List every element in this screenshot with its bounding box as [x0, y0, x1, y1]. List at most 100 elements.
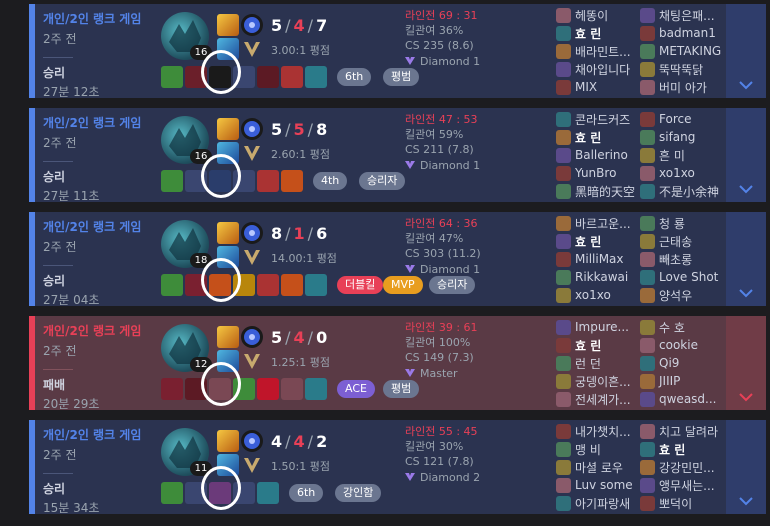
- item-slot[interactable]: [257, 482, 279, 504]
- item-slot[interactable]: [161, 378, 183, 400]
- player-entry[interactable]: 앵무새는...: [640, 476, 724, 494]
- player-entry[interactable]: sifang: [640, 128, 724, 146]
- player-entry[interactable]: 전세계가...: [556, 390, 640, 408]
- item-slot[interactable]: [281, 66, 303, 88]
- player-entry[interactable]: 배라민트...: [556, 42, 640, 60]
- item-slot[interactable]: [257, 170, 279, 192]
- secondary-rune-icon[interactable]: [241, 454, 263, 476]
- item-slot[interactable]: [257, 66, 279, 88]
- flash-spell-icon[interactable]: [217, 14, 239, 36]
- expand-panel[interactable]: [726, 316, 766, 410]
- item-slot[interactable]: [161, 274, 183, 296]
- player-entry[interactable]: Love Shot: [640, 268, 724, 286]
- player-entry[interactable]: 맹 비: [556, 440, 640, 458]
- player-entry[interactable]: 런 던: [556, 354, 640, 372]
- player-entry[interactable]: 채팅은패...: [640, 6, 724, 24]
- player-entry[interactable]: Qi9: [640, 354, 724, 372]
- player-entry[interactable]: 청 룡: [640, 214, 724, 232]
- item-slot[interactable]: [305, 378, 327, 400]
- player-entry[interactable]: 효 린: [556, 232, 640, 250]
- match-card[interactable]: 개인/2인 랭크 게임 2주 전 승리 15분 34초 11 4/4/2 1.50:1 평점…: [29, 420, 766, 515]
- match-card[interactable]: 개인/2인 랭크 게임 2주 전 승리 27분 12초 16 5/4/7 3.00:1 평점…: [29, 4, 766, 99]
- keystone-rune-icon[interactable]: [241, 118, 263, 140]
- item-slot[interactable]: [161, 66, 183, 88]
- player-entry[interactable]: YunBro: [556, 164, 640, 182]
- secondary-rune-icon[interactable]: [241, 350, 263, 372]
- secondary-rune-icon[interactable]: [241, 38, 263, 60]
- item-slot[interactable]: [257, 274, 279, 296]
- chevron-down-icon[interactable]: [738, 180, 754, 194]
- expand-panel[interactable]: [726, 4, 766, 98]
- player-entry[interactable]: 흔 미: [640, 146, 724, 164]
- player-entry[interactable]: 효 린: [556, 128, 640, 146]
- player-entry[interactable]: 버미 아가: [640, 78, 724, 96]
- player-entry[interactable]: Rikkawai: [556, 268, 640, 286]
- player-entry[interactable]: 강강민민...: [640, 458, 724, 476]
- expand-panel[interactable]: [726, 212, 766, 306]
- player-entry[interactable]: 궁뎅이흔...: [556, 372, 640, 390]
- player-entry[interactable]: badman1: [640, 24, 724, 42]
- player-entry[interactable]: 不是小余神: [640, 182, 724, 200]
- secondary-rune-icon[interactable]: [241, 246, 263, 268]
- item-slot[interactable]: [281, 170, 303, 192]
- player-entry[interactable]: 빼초롱: [640, 250, 724, 268]
- item-slot[interactable]: [257, 378, 279, 400]
- match-card[interactable]: 개인/2인 랭크 게임 2주 전 승리 27분 11초 16 5/5/8 2.60:1 평점…: [29, 108, 766, 203]
- keystone-rune-icon[interactable]: [241, 222, 263, 244]
- expand-panel[interactable]: [726, 108, 766, 202]
- player-name: 흔 미: [659, 148, 685, 163]
- player-entry[interactable]: JIIIP: [640, 372, 724, 390]
- keystone-rune-icon[interactable]: [241, 14, 263, 36]
- player-entry[interactable]: 뽀덕이: [640, 494, 724, 512]
- expand-panel[interactable]: [726, 420, 766, 514]
- match-card[interactable]: 개인/2인 랭크 게임 2주 전 패배 20분 29초 12 5/4/0 1.25:1 평점…: [29, 316, 766, 411]
- item-slot[interactable]: [281, 378, 303, 400]
- player-entry[interactable]: 효 린: [556, 24, 640, 42]
- match-card[interactable]: 개인/2인 랭크 게임 2주 전 승리 27분 04초 18 8/1/6 14.00:1 평…: [29, 212, 766, 307]
- laning-score: 라인전 69 : 31: [405, 9, 478, 22]
- chevron-down-icon[interactable]: [738, 284, 754, 298]
- player-entry[interactable]: 양석우: [640, 286, 724, 304]
- player-entry[interactable]: 효 린: [556, 336, 640, 354]
- player-entry[interactable]: 채아입니다: [556, 60, 640, 78]
- player-entry[interactable]: 효 린: [640, 440, 724, 458]
- flash-spell-icon[interactable]: [217, 222, 239, 244]
- player-entry[interactable]: METAKING: [640, 42, 724, 60]
- flash-spell-icon[interactable]: [217, 118, 239, 140]
- chevron-down-icon[interactable]: [738, 492, 754, 506]
- player-entry[interactable]: 헤똥이: [556, 6, 640, 24]
- player-entry[interactable]: xo1xo: [556, 286, 640, 304]
- keystone-rune-icon[interactable]: [241, 326, 263, 348]
- player-entry[interactable]: 뚝딱뚝닭: [640, 60, 724, 78]
- item-slot[interactable]: [161, 482, 183, 504]
- chevron-down-icon[interactable]: [738, 76, 754, 90]
- player-entry[interactable]: 黑暗的天空: [556, 182, 640, 200]
- item-slot[interactable]: [305, 274, 327, 296]
- item-slot[interactable]: [161, 170, 183, 192]
- player-entry[interactable]: Ballerino: [556, 146, 640, 164]
- player-entry[interactable]: 내가챗치...: [556, 422, 640, 440]
- player-entry[interactable]: MIX: [556, 78, 640, 96]
- keystone-rune-icon[interactable]: [241, 430, 263, 452]
- player-entry[interactable]: cookie: [640, 336, 724, 354]
- player-entry[interactable]: Force: [640, 110, 724, 128]
- item-slot[interactable]: [281, 274, 303, 296]
- flash-spell-icon[interactable]: [217, 326, 239, 348]
- player-entry[interactable]: xo1xo: [640, 164, 724, 182]
- player-entry[interactable]: 바르고운...: [556, 214, 640, 232]
- player-entry[interactable]: MilliMax: [556, 250, 640, 268]
- item-slot[interactable]: [305, 66, 327, 88]
- player-entry[interactable]: 근태송: [640, 232, 724, 250]
- secondary-rune-icon[interactable]: [241, 142, 263, 164]
- player-entry[interactable]: qweasd...: [640, 390, 724, 408]
- time-ago: 2주 전: [43, 344, 77, 358]
- player-entry[interactable]: 아기파랑새: [556, 494, 640, 512]
- player-entry[interactable]: 치고 달려라: [640, 422, 724, 440]
- player-entry[interactable]: 수 호: [640, 318, 724, 336]
- player-entry[interactable]: Impure...: [556, 318, 640, 336]
- flash-spell-icon[interactable]: [217, 430, 239, 452]
- chevron-down-icon[interactable]: [738, 388, 754, 402]
- player-entry[interactable]: 마셜 로우: [556, 458, 640, 476]
- player-entry[interactable]: 콘라드커즈: [556, 110, 640, 128]
- player-entry[interactable]: Luv some: [556, 476, 640, 494]
